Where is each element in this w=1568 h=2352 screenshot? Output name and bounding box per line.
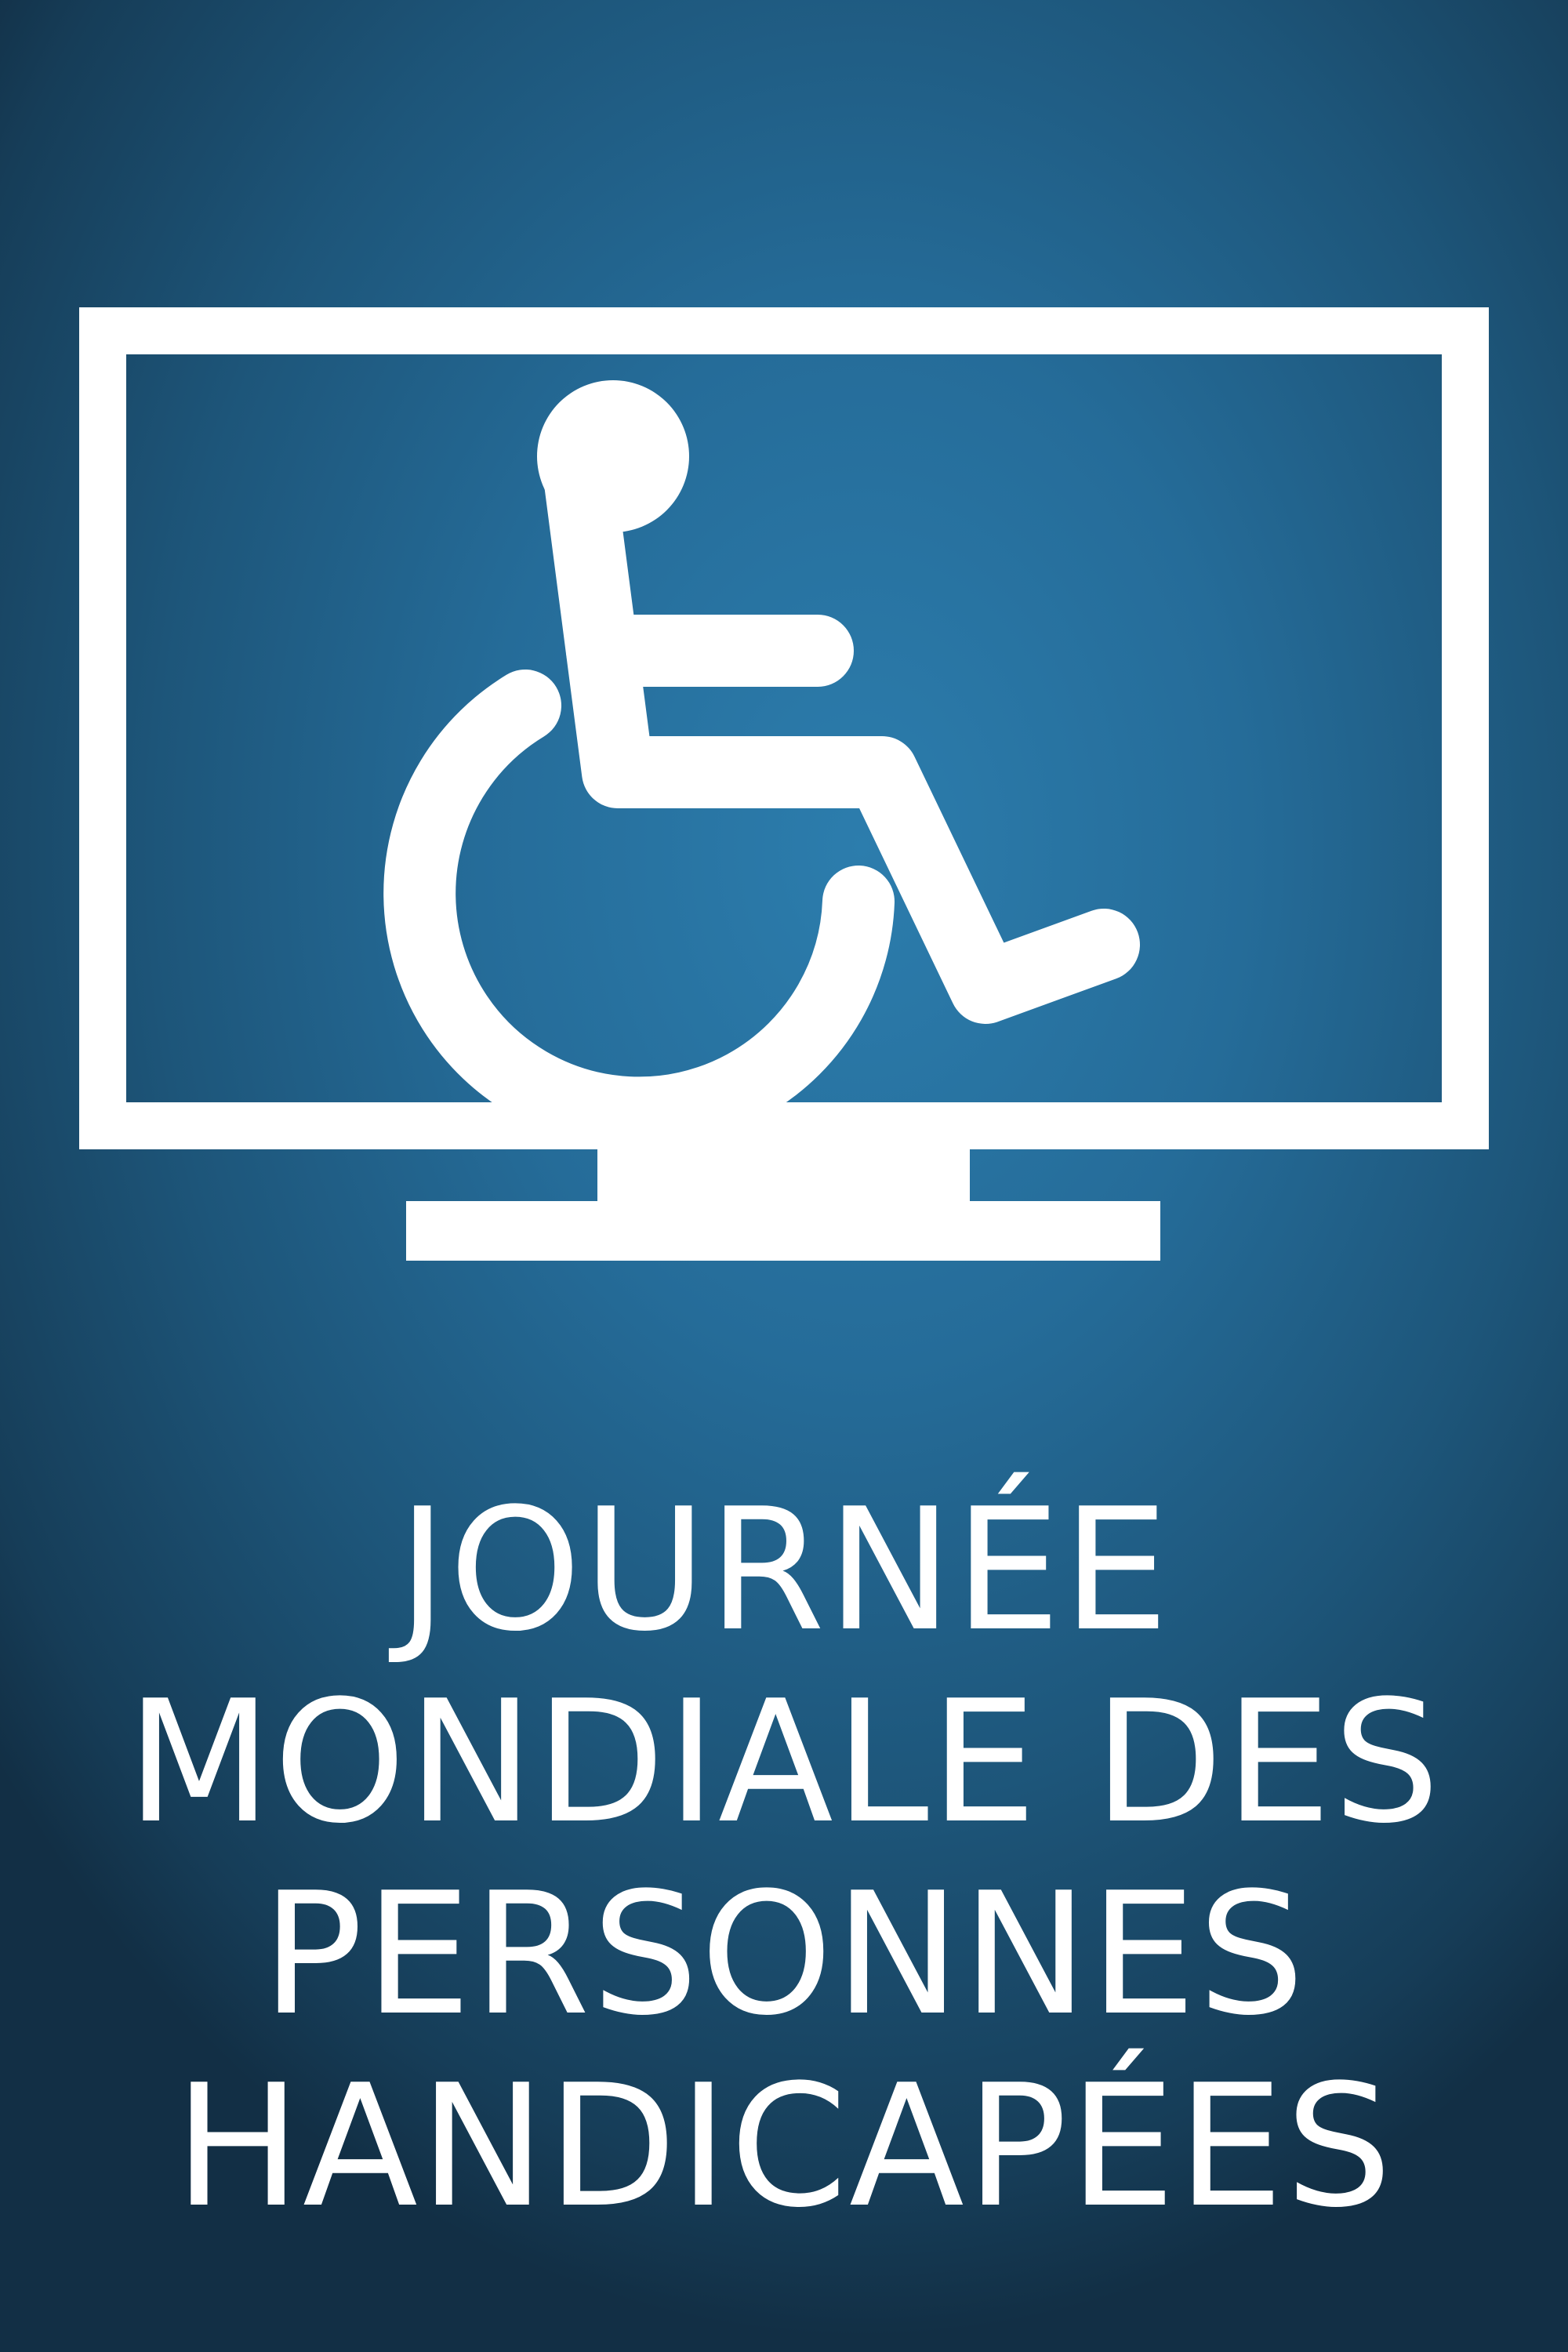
title-line-1: JOURNÉE (397, 1472, 1171, 1668)
title-line-2: MONDIALE DES (126, 1664, 1442, 1860)
wheelchair-accessibility-icon (383, 380, 1140, 1149)
poster: JOURNÉE MONDIALE DES PERSONNES HANDICAPÉ… (0, 0, 1568, 2352)
title-line-4: HANDICAPÉES (174, 2048, 1394, 2245)
title-line-3: PERSONNES (261, 1856, 1307, 2053)
monitor-icon (79, 307, 1489, 1261)
poster-title: JOURNÉE MONDIALE DES PERSONNES HANDICAPÉ… (0, 1474, 1568, 2242)
